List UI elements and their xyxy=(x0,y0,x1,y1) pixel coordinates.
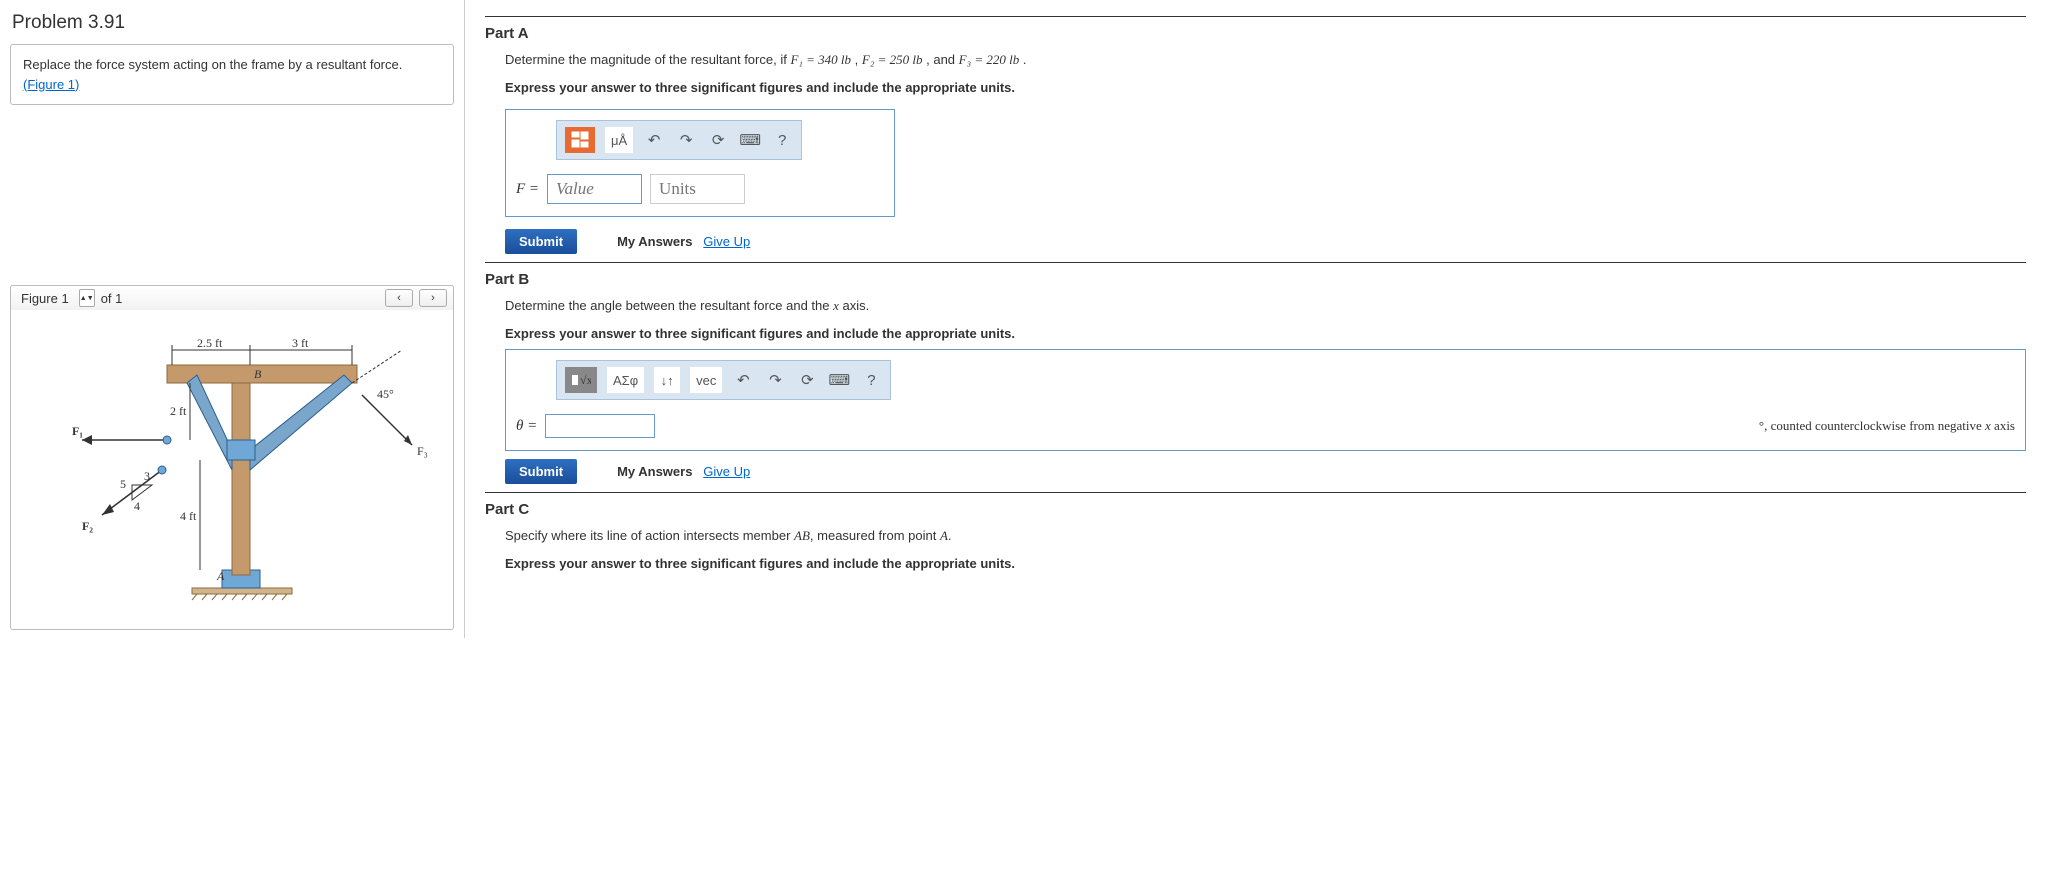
sqrt-x-icon[interactable]: √x xyxy=(565,367,597,393)
part-b-suffix: °, counted counterclockwise from negativ… xyxy=(1759,418,2015,434)
part-b-give-up-link[interactable]: Give Up xyxy=(703,464,750,479)
svg-text:2 ft: 2 ft xyxy=(170,404,187,418)
part-a-desc: Determine the magnitude of the resultant… xyxy=(505,50,2026,70)
svg-text:B: B xyxy=(254,367,262,381)
figure-of-text: of 1 xyxy=(101,291,123,306)
figure-next-button[interactable]: › xyxy=(419,289,447,307)
part-b-desc: Determine the angle between the resultan… xyxy=(505,296,2026,316)
part-a-title: Part A xyxy=(485,25,2026,42)
keyboard-icon[interactable]: ⌨ xyxy=(828,369,850,391)
redo-icon[interactable]: ↷ xyxy=(764,369,786,391)
part-b-submit-button[interactable]: Submit xyxy=(505,459,577,484)
part-b-my-answers: My Answers xyxy=(617,464,692,479)
svg-text:4: 4 xyxy=(134,499,140,513)
part-a-units-input[interactable] xyxy=(650,174,745,204)
figure-link[interactable]: (Figure 1) xyxy=(23,77,79,92)
part-b-toolbar: √x ΑΣφ ↓↑ vec ↶ ↷ ⟳ ⌨ ? xyxy=(556,360,891,400)
part-b-var-label: θ = xyxy=(516,418,537,435)
redo-icon[interactable]: ↷ xyxy=(675,129,697,151)
svg-text:F₂: F₂ xyxy=(82,519,93,533)
reset-icon[interactable]: ⟳ xyxy=(707,129,729,151)
part-c-desc: Specify where its line of action interse… xyxy=(505,526,2026,546)
part-b-value-input[interactable] xyxy=(545,414,655,438)
keyboard-icon[interactable]: ⌨ xyxy=(739,129,761,151)
svg-text:2.5 ft: 2.5 ft xyxy=(197,336,223,350)
problem-statement-box: Replace the force system acting on the f… xyxy=(10,44,454,105)
svg-text:3 ft: 3 ft xyxy=(292,336,309,350)
svg-text:A: A xyxy=(216,569,225,583)
figure-label: Figure 1 xyxy=(17,291,73,306)
problem-title: Problem 3.91 xyxy=(10,8,454,44)
figure-prev-button[interactable]: ‹ xyxy=(385,289,413,307)
part-a-value-input[interactable] xyxy=(547,174,642,204)
svg-text:3: 3 xyxy=(144,469,150,483)
reset-icon[interactable]: ⟳ xyxy=(796,369,818,391)
svg-text:45°: 45° xyxy=(377,387,394,401)
svg-text:√x: √x xyxy=(580,373,591,387)
help-icon[interactable]: ? xyxy=(771,129,793,151)
svg-text:F₃: F₃ xyxy=(417,444,428,458)
vec-button[interactable]: vec xyxy=(690,367,722,393)
templates-icon[interactable] xyxy=(565,127,595,153)
part-a-submit-button[interactable]: Submit xyxy=(505,229,577,254)
part-a-my-answers: My Answers xyxy=(617,234,692,249)
part-b-instr: Express your answer to three significant… xyxy=(505,324,2026,344)
part-b-title: Part B xyxy=(485,271,2026,288)
figure-svg: 2.5 ft 3 ft 2 ft 4 ft 45° F₃ xyxy=(22,320,442,620)
part-a-answer-box: μÅ ↶ ↷ ⟳ ⌨ ? F = xyxy=(505,109,895,217)
figure-body: 2.5 ft 3 ft 2 ft 4 ft 45° F₃ xyxy=(10,310,454,630)
part-a-toolbar: μÅ ↶ ↷ ⟳ ⌨ ? xyxy=(556,120,802,160)
units-mu-a-button[interactable]: μÅ xyxy=(605,127,633,153)
undo-icon[interactable]: ↶ xyxy=(732,369,754,391)
help-icon[interactable]: ? xyxy=(860,369,882,391)
svg-text:4 ft: 4 ft xyxy=(180,509,197,523)
figure-stepper[interactable]: ▲▼ xyxy=(79,289,95,307)
figure-nav-bar: Figure 1 ▲▼ of 1 ‹ › xyxy=(10,285,454,310)
greek-button[interactable]: ΑΣφ xyxy=(607,367,644,393)
part-a-var-label: F = xyxy=(516,181,539,198)
part-a-give-up-link[interactable]: Give Up xyxy=(703,234,750,249)
svg-text:F₁: F₁ xyxy=(72,424,83,438)
svg-text:5: 5 xyxy=(120,477,126,491)
problem-statement: Replace the force system acting on the f… xyxy=(23,57,402,72)
part-c-title: Part C xyxy=(485,501,2026,518)
undo-icon[interactable]: ↶ xyxy=(643,129,665,151)
subscript-arrows-button[interactable]: ↓↑ xyxy=(654,367,680,393)
part-a-instr: Express your answer to three significant… xyxy=(505,78,2026,98)
part-b-answer-box: √x ΑΣφ ↓↑ vec ↶ ↷ ⟳ ⌨ ? θ = °, counted c… xyxy=(505,349,2026,451)
part-c-instr: Express your answer to three significant… xyxy=(505,554,2026,574)
